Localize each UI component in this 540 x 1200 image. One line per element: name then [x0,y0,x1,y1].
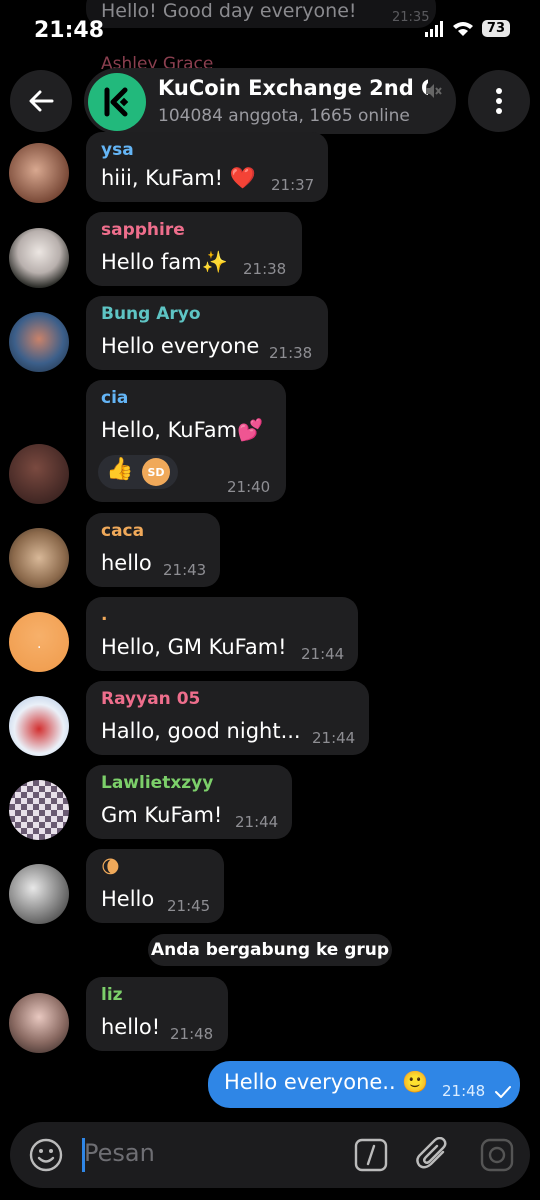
thumbs-up-icon: 👍 [106,457,134,482]
signal-icon [424,20,443,37]
avatar[interactable] [9,528,69,588]
message-bubble[interactable]: sapphire Hello fam✨ 21:38 [86,212,302,286]
message-time: 21:43 [163,561,207,579]
sent-check-icon [495,1086,511,1098]
message-time: 21:38 [269,344,313,362]
message-bubble[interactable]: Bung Aryo Hello everyone 21:38 [86,296,328,370]
message-text: hiii, KuFam! ❤️ [101,166,256,190]
avatar[interactable] [9,143,69,203]
message-sender[interactable]: cia [101,388,128,408]
message-sender[interactable]: Lawlietxzyy [101,773,213,793]
message-bubble[interactable]: Lawlietxzyy Gm KuFam! 21:44 [86,765,292,839]
group-member-count: 104084 anggota, 1665 online [158,106,410,126]
outgoing-message-bubble[interactable]: Hello everyone.. 🙂 21:48 [208,1061,520,1108]
avatar[interactable] [9,993,69,1053]
outgoing-message-time: 21:48 [442,1082,486,1100]
message-bubble[interactable]: cia Hello, KuFam💕 👍 SD 21:40 [86,380,286,502]
reaction-chip[interactable]: 👍 SD [98,455,178,489]
message-sender[interactable]: sapphire [101,220,185,240]
system-joined-message: Anda bergabung ke grup [148,934,392,966]
message-bubble[interactable]: Rayyan 05 Hallo, good night... 21:44 [86,681,369,755]
more-vert-icon [496,88,502,114]
message-sender[interactable]: Bung Aryo [101,304,201,324]
message-time: 21:45 [167,897,211,915]
message-time: 21:44 [301,645,345,663]
avatar[interactable] [9,696,69,756]
message-composer[interactable]: Pesan [10,1122,530,1188]
message-text: Hello, KuFam💕 [101,418,264,442]
group-avatar [88,73,146,131]
chat-header[interactable]: KuCoin Exchange 2nd G 104084 anggota, 16… [84,68,456,134]
avatar[interactable]: . [9,612,69,672]
message-text: Hello, GM KuFam! [101,635,287,659]
message-sender[interactable]: liz [101,985,123,1005]
slash-command-icon[interactable] [354,1138,388,1172]
avatar[interactable] [9,780,69,840]
message-input[interactable]: Pesan [84,1139,155,1167]
attach-icon[interactable] [416,1137,450,1173]
message-time: 21:44 [235,813,279,831]
battery-indicator: 73 [481,20,510,37]
camera-icon[interactable] [480,1138,514,1172]
group-title: KuCoin Exchange 2nd G [158,76,428,100]
message-text: hello [101,551,152,575]
message-bubble[interactable]: . Hello, GM KuFam! 21:44 [86,597,358,671]
kucoin-logo-icon [104,87,129,117]
back-arrow-icon [29,90,54,112]
avatar[interactable] [9,312,69,372]
message-bubble[interactable]: 🌘 Hello 21:45 [86,849,224,923]
message-time: 21:44 [312,729,356,747]
message-text: Hello [101,887,155,911]
wifi-icon [452,21,473,36]
outgoing-message-text: Hello everyone.. 🙂 [224,1070,429,1094]
message-text: Hello everyone [101,334,260,358]
status-bar: 21:48 73 [0,0,540,64]
message-bubble[interactable]: ysa hiii, KuFam! ❤️ 21:37 [86,132,328,202]
message-sender[interactable]: . [101,605,107,625]
status-icons: 73 [424,20,510,37]
message-bubble[interactable]: caca hello 21:43 [86,513,220,587]
message-text: Gm KuFam! [101,803,223,827]
reaction-user-avatar: SD [142,458,170,486]
mute-icon [426,84,442,98]
message-text: hello! [101,1015,161,1039]
message-sender[interactable]: Rayyan 05 [101,689,200,709]
message-sender[interactable]: 🌘 [101,857,120,878]
more-menu-button[interactable] [468,70,530,132]
message-time: 21:38 [243,260,287,278]
avatar[interactable] [9,444,69,504]
message-sender[interactable]: caca [101,521,144,541]
message-text: Hallo, good night... [101,719,301,743]
avatar[interactable] [9,228,69,288]
message-time: 21:40 [227,478,271,496]
message-bubble[interactable]: liz hello! 21:48 [86,977,228,1051]
message-time: 21:37 [271,176,315,194]
emoji-icon[interactable] [28,1137,64,1173]
message-time: 21:48 [170,1025,214,1043]
back-button[interactable] [10,70,72,132]
message-text: Hello fam✨ [101,250,228,274]
message-sender[interactable]: ysa [101,140,134,160]
avatar[interactable] [9,864,69,924]
status-time: 21:48 [34,18,105,43]
